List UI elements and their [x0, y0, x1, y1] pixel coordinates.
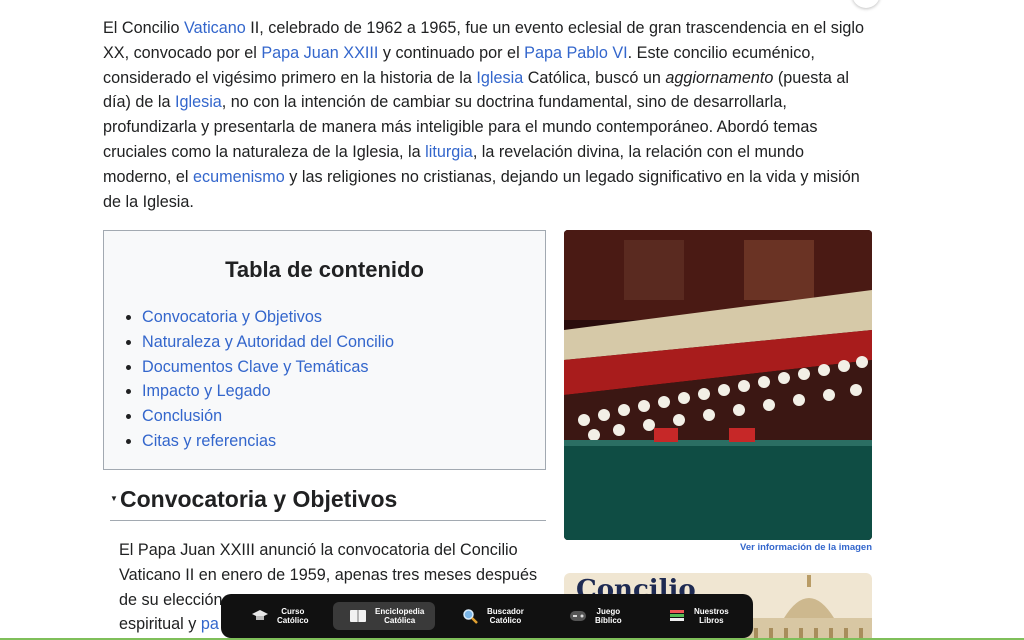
- open-book-icon: [349, 607, 367, 625]
- intro-text: El Concilio: [103, 19, 184, 37]
- dock-label: Curso Católico: [277, 607, 309, 625]
- toc-item: Impacto y Legado: [142, 379, 394, 404]
- council-photo[interactable]: [564, 230, 872, 540]
- basilica-dome: [784, 598, 834, 618]
- image-caption-link[interactable]: Ver información de la imagen: [564, 542, 872, 553]
- bottom-navigation-dock: Curso Católico Enciclopedia Católica Busca…: [221, 594, 753, 638]
- link-iglesia[interactable]: Iglesia: [476, 69, 523, 87]
- scroll-top-button[interactable]: [852, 0, 880, 8]
- section-text: espiritual y: [119, 615, 201, 634]
- dock-label: Nuestros Libros: [694, 607, 729, 625]
- dock-item-juego[interactable]: Juego Bíblico: [569, 602, 639, 630]
- toc-link-naturaleza[interactable]: Naturaleza y Autoridad del Concilio: [142, 333, 394, 351]
- toc-link-impacto[interactable]: Impacto y Legado: [142, 382, 271, 400]
- toc-link-documentos[interactable]: Documentos Clave y Temáticas: [142, 358, 368, 376]
- search-icon: [461, 607, 479, 625]
- link-ecumenismo[interactable]: ecumenismo: [193, 168, 285, 186]
- toc-link-convocatoria[interactable]: Convocatoria y Objetivos: [142, 308, 322, 326]
- dock-item-libros[interactable]: Nuestros Libros: [668, 602, 738, 630]
- books-icon: [668, 607, 686, 625]
- dock-item-enciclopedia[interactable]: Enciclopedia Católica: [333, 602, 435, 630]
- link-papa-pablo-vi[interactable]: Papa Pablo VI: [524, 44, 628, 62]
- link-vaticano[interactable]: Vaticano: [184, 19, 246, 37]
- dock-item-buscador[interactable]: Buscador Católico: [461, 602, 541, 630]
- link-papa-juan-xxiii[interactable]: Papa Juan XXIII: [261, 44, 378, 62]
- dock-label: Juego Bíblico: [595, 607, 622, 625]
- dock-item-curso[interactable]: Curso Católico: [251, 602, 319, 630]
- dock-label: Buscador Católico: [487, 607, 524, 625]
- intro-paragraph: El Concilio Vaticano II, celebrado de 19…: [103, 16, 873, 214]
- table-of-contents: Tabla de contenido Convocatoria y Objeti…: [103, 230, 546, 470]
- intro-text: y continuado por el: [378, 43, 525, 62]
- section-link[interactable]: pa: [201, 615, 219, 633]
- section-heading: ▼ Convocatoria y Objetivos: [110, 486, 546, 521]
- toc-item: Documentos Clave y Temáticas: [142, 355, 394, 380]
- photo-table-edge: [564, 440, 872, 446]
- toc-item: Convocatoria y Objetivos: [142, 305, 394, 330]
- basilica-facade: [744, 618, 872, 640]
- toc-item: Naturaleza y Autoridad del Concilio: [142, 330, 394, 355]
- photo-tapestry: [624, 240, 684, 300]
- page: El Concilio Vaticano II, celebrado de 19…: [0, 0, 1024, 640]
- dock-label: Enciclopedia Católica: [375, 607, 425, 625]
- collapse-triangle-icon[interactable]: ▼: [110, 494, 118, 503]
- toc-item: Conclusión: [142, 404, 394, 429]
- intro-text: Católica, buscó un: [523, 68, 666, 87]
- link-iglesia-2[interactable]: Iglesia: [175, 93, 222, 111]
- graduation-cap-icon: [251, 607, 269, 625]
- council-photo-illustration: [564, 230, 872, 540]
- toc-link-conclusion[interactable]: Conclusión: [142, 407, 222, 425]
- toc-link-citas[interactable]: Citas y referencias: [142, 432, 276, 450]
- photo-tapestry: [744, 240, 814, 300]
- gamepad-icon: [569, 607, 587, 625]
- photo-green-table: [564, 440, 872, 540]
- toc-list: Convocatoria y Objetivos Naturaleza y Au…: [122, 305, 394, 454]
- basilica-lantern: [807, 575, 811, 587]
- toc-item: Citas y referencias: [142, 429, 394, 454]
- intro-emphasis: aggiornamento: [665, 68, 774, 87]
- toc-title: Tabla de contenido: [225, 257, 424, 282]
- link-liturgia[interactable]: liturgia: [425, 143, 473, 161]
- section-heading-text: Convocatoria y Objetivos: [120, 486, 398, 512]
